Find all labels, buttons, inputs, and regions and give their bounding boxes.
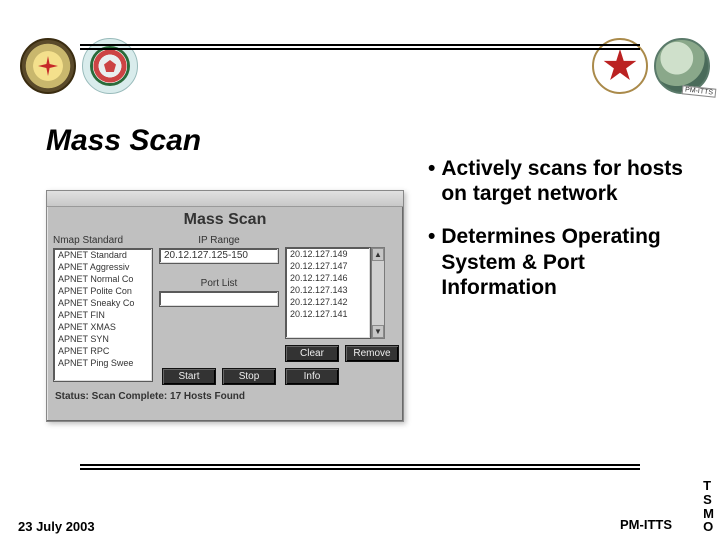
list-item[interactable]: 20.12.127.149 [286,248,370,260]
clear-button[interactable]: Clear [285,345,339,362]
list-item[interactable]: 20.12.127.142 [286,296,370,308]
remove-button[interactable]: Remove [345,345,399,362]
list-item[interactable]: APNET Aggressiv [54,261,152,273]
footer-date: 23 July 2003 [18,519,95,534]
americas-shield-logo [20,38,76,94]
stop-button[interactable]: Stop [222,368,276,385]
iprange-label: IP Range [198,235,240,246]
list-item[interactable]: APNET Standard [54,249,152,261]
list-item[interactable]: APNET Sneaky Co [54,297,152,309]
tsmo-letter: M [703,507,714,521]
list-item[interactable]: 20.12.127.146 [286,272,370,284]
bullet-text: Determines Operating System & Port Infor… [441,224,700,300]
window-heading: Mass Scan [47,211,403,229]
slide-logos-right [592,38,710,94]
scroll-up-icon[interactable]: ▲ [372,248,384,261]
info-button[interactable]: Info [285,368,339,385]
bullet-text: Actively scans for hosts on target netwo… [441,156,700,206]
list-item[interactable]: APNET Normal Co [54,273,152,285]
nmap-listbox[interactable]: APNET Standard APNET Aggressiv APNET Nor… [53,248,153,382]
list-item[interactable]: APNET SYN [54,333,152,345]
rule-top [80,48,640,50]
footer-tsmo: T S M O [703,479,714,534]
rule-bottom [80,464,640,466]
port-list-input[interactable] [159,291,279,307]
list-item[interactable]: 20.12.127.143 [286,284,370,296]
slide-logos-left [20,38,138,94]
rule-top [80,44,640,46]
pm-itts-logo [654,38,710,94]
results-listbox[interactable]: 20.12.127.149 20.12.127.147 20.12.127.14… [285,247,371,339]
tsmo-letter: T [703,479,714,493]
footer-pmitts: PM-ITTS [620,517,672,532]
window-titlebar[interactable] [47,191,403,207]
rule-bottom [80,468,640,470]
list-item[interactable]: APNET RPC [54,345,152,357]
all-out-war-sim-logo [82,38,138,94]
tsmo-letter: O [703,520,714,534]
slide-bullets: •Actively scans for hosts on target netw… [428,156,700,318]
slide-title: Mass Scan [46,124,201,158]
list-item[interactable]: APNET Polite Con [54,285,152,297]
status-text: Status: Scan Complete: 17 Hosts Found [47,385,403,406]
bullet-icon: • [428,156,435,206]
portlist-label: Port List [201,278,238,289]
ip-range-input[interactable]: 20.12.127.125-150 [159,248,279,264]
bullet-icon: • [428,224,435,300]
threat-star-logo [592,38,648,94]
mass-scan-window: Mass Scan Nmap Standard APNET Standard A… [46,190,404,422]
scroll-down-icon[interactable]: ▼ [372,325,384,338]
list-item[interactable]: APNET Ping Swee [54,357,152,369]
list-item[interactable]: 20.12.127.141 [286,308,370,320]
nmap-label: Nmap Standard [53,235,153,246]
list-item[interactable]: APNET XMAS [54,321,152,333]
tsmo-letter: S [703,493,714,507]
start-button[interactable]: Start [162,368,216,385]
list-item[interactable]: APNET FIN [54,309,152,321]
results-scrollbar[interactable]: ▲ ▼ [371,247,385,339]
list-item[interactable]: 20.12.127.147 [286,260,370,272]
